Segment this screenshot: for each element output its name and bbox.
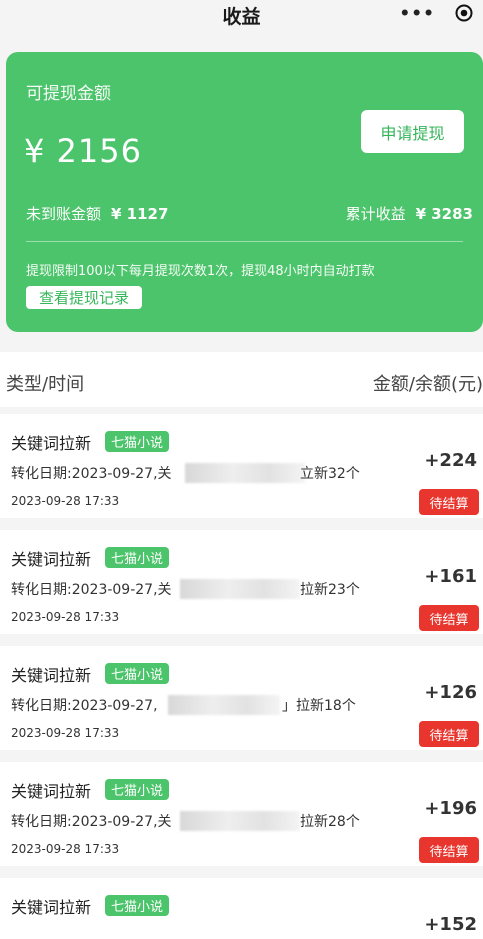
list-item[interactable]: 关键词拉新 七猫小说 转化日期:2023-09-27,关 立新32个 2023-… xyxy=(0,414,483,518)
total-row: 累计收益 ¥ 3283 xyxy=(346,203,473,224)
record-time: 2023-09-28 17:33 xyxy=(11,610,120,624)
record-time: 2023-09-28 17:33 xyxy=(11,842,120,856)
record-amount: +196 xyxy=(424,798,477,819)
pending-value: ¥ 1127 xyxy=(111,205,169,223)
amount-balance-header: 金额/余额(元) xyxy=(372,374,483,395)
record-title: 关键词拉新 xyxy=(11,550,92,569)
title-bar: 收益 ••• xyxy=(0,0,483,34)
status-badge: 待结算 xyxy=(419,605,479,631)
close-target-icon[interactable] xyxy=(455,4,473,22)
divider xyxy=(0,518,483,530)
list-item[interactable]: 关键词拉新 七猫小说 转化日期:2023-09-27,关 拉新23个 2023-… xyxy=(0,530,483,634)
divider xyxy=(0,634,483,646)
list-item[interactable]: 关键词拉新 七猫小说 +152 xyxy=(0,878,483,939)
record-amount: +161 xyxy=(424,566,477,587)
record-title: 关键词拉新 xyxy=(11,898,92,917)
total-value: ¥ 3283 xyxy=(415,205,473,223)
type-time-header: 类型/时间 xyxy=(6,374,85,395)
pending-label: 未到账金额 xyxy=(26,205,102,223)
available-amount: ¥ 2156 xyxy=(24,132,142,170)
record-title: 关键词拉新 xyxy=(11,782,92,801)
record-amount: +126 xyxy=(424,682,477,703)
redacted-area xyxy=(185,463,305,483)
conversion-suffix: 」拉新18个 xyxy=(282,698,356,714)
list-header: 类型/时间 金额/余额(元) xyxy=(0,352,483,407)
card-divider xyxy=(26,241,463,242)
source-tag: 七猫小说 xyxy=(105,431,170,452)
conversion-text: 转化日期:2023-09-27,关 xyxy=(11,582,172,598)
record-title: 关键词拉新 xyxy=(11,666,92,685)
source-tag: 七猫小说 xyxy=(105,547,170,568)
divider xyxy=(0,866,483,878)
balance-card: 可提现金额 ¥ 2156 申请提现 未到账金额 ¥ 1127 累计收益 ¥ 3283… xyxy=(6,52,483,332)
record-time: 2023-09-28 17:33 xyxy=(11,726,120,740)
redacted-area xyxy=(180,811,300,831)
record-time: 2023-09-28 17:33 xyxy=(11,494,120,508)
status-badge: 待结算 xyxy=(419,489,479,515)
conversion-text: 转化日期:2023-09-27, xyxy=(11,698,158,714)
conversion-suffix: 立新32个 xyxy=(300,466,360,482)
source-tag: 七猫小说 xyxy=(105,895,170,916)
divider xyxy=(0,750,483,762)
redacted-area xyxy=(168,695,280,715)
withdraw-notice: 提现限制100以下每月提现次数1次，提现48小时内自动打款 xyxy=(26,264,375,279)
view-withdraw-records-button[interactable]: 查看提现记录 xyxy=(26,286,142,309)
record-title: 关键词拉新 xyxy=(11,434,92,453)
conversion-suffix: 拉新28个 xyxy=(300,814,360,830)
total-label: 累计收益 xyxy=(345,205,406,223)
redacted-area xyxy=(180,579,300,599)
status-badge: 待结算 xyxy=(419,721,479,747)
available-label: 可提现金额 xyxy=(26,84,111,104)
more-options-icon[interactable]: ••• xyxy=(399,4,435,24)
conversion-text: 转化日期:2023-09-27,关 xyxy=(11,814,172,830)
conversion-text: 转化日期:2023-09-27,关 xyxy=(11,466,172,482)
source-tag: 七猫小说 xyxy=(105,663,170,684)
apply-withdraw-button[interactable]: 申请提现 xyxy=(361,110,464,153)
pending-row: 未到账金额 ¥ 1127 xyxy=(26,203,168,224)
record-amount: +152 xyxy=(424,914,477,935)
status-badge: 待结算 xyxy=(419,837,479,863)
record-amount: +224 xyxy=(424,450,477,471)
conversion-suffix: 拉新23个 xyxy=(300,582,360,598)
list-item[interactable]: 关键词拉新 七猫小说 转化日期:2023-09-27, 」拉新18个 2023-… xyxy=(0,646,483,750)
list-item[interactable]: 关键词拉新 七猫小说 转化日期:2023-09-27,关 拉新28个 2023-… xyxy=(0,762,483,866)
source-tag: 七猫小说 xyxy=(105,779,170,800)
